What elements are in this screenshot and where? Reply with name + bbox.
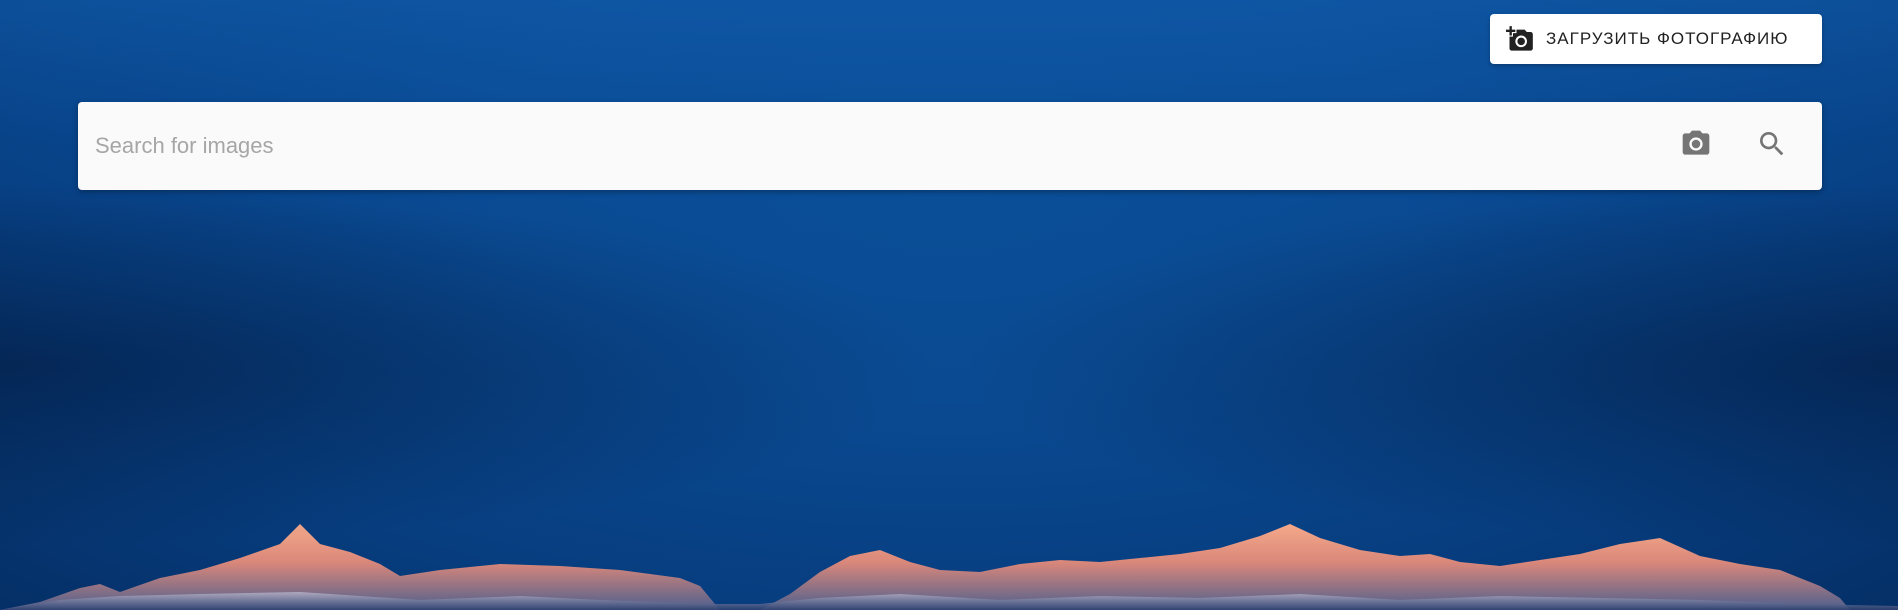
search-icon (1756, 128, 1788, 165)
search-input[interactable] (78, 101, 1672, 191)
upload-photo-label: ЗАГРУЗИТЬ ФОТОГРАФИЮ (1546, 29, 1789, 48)
background-vignette (0, 0, 1898, 610)
upload-photo-button[interactable]: ЗАГРУЗИТЬ ФОТОГРАФИЮ (1490, 14, 1822, 64)
camera-icon (1680, 128, 1712, 165)
add-a-photo-icon (1506, 25, 1534, 53)
camera-search-button[interactable] (1672, 122, 1720, 170)
search-button[interactable] (1748, 122, 1796, 170)
search-bar (78, 101, 1822, 191)
